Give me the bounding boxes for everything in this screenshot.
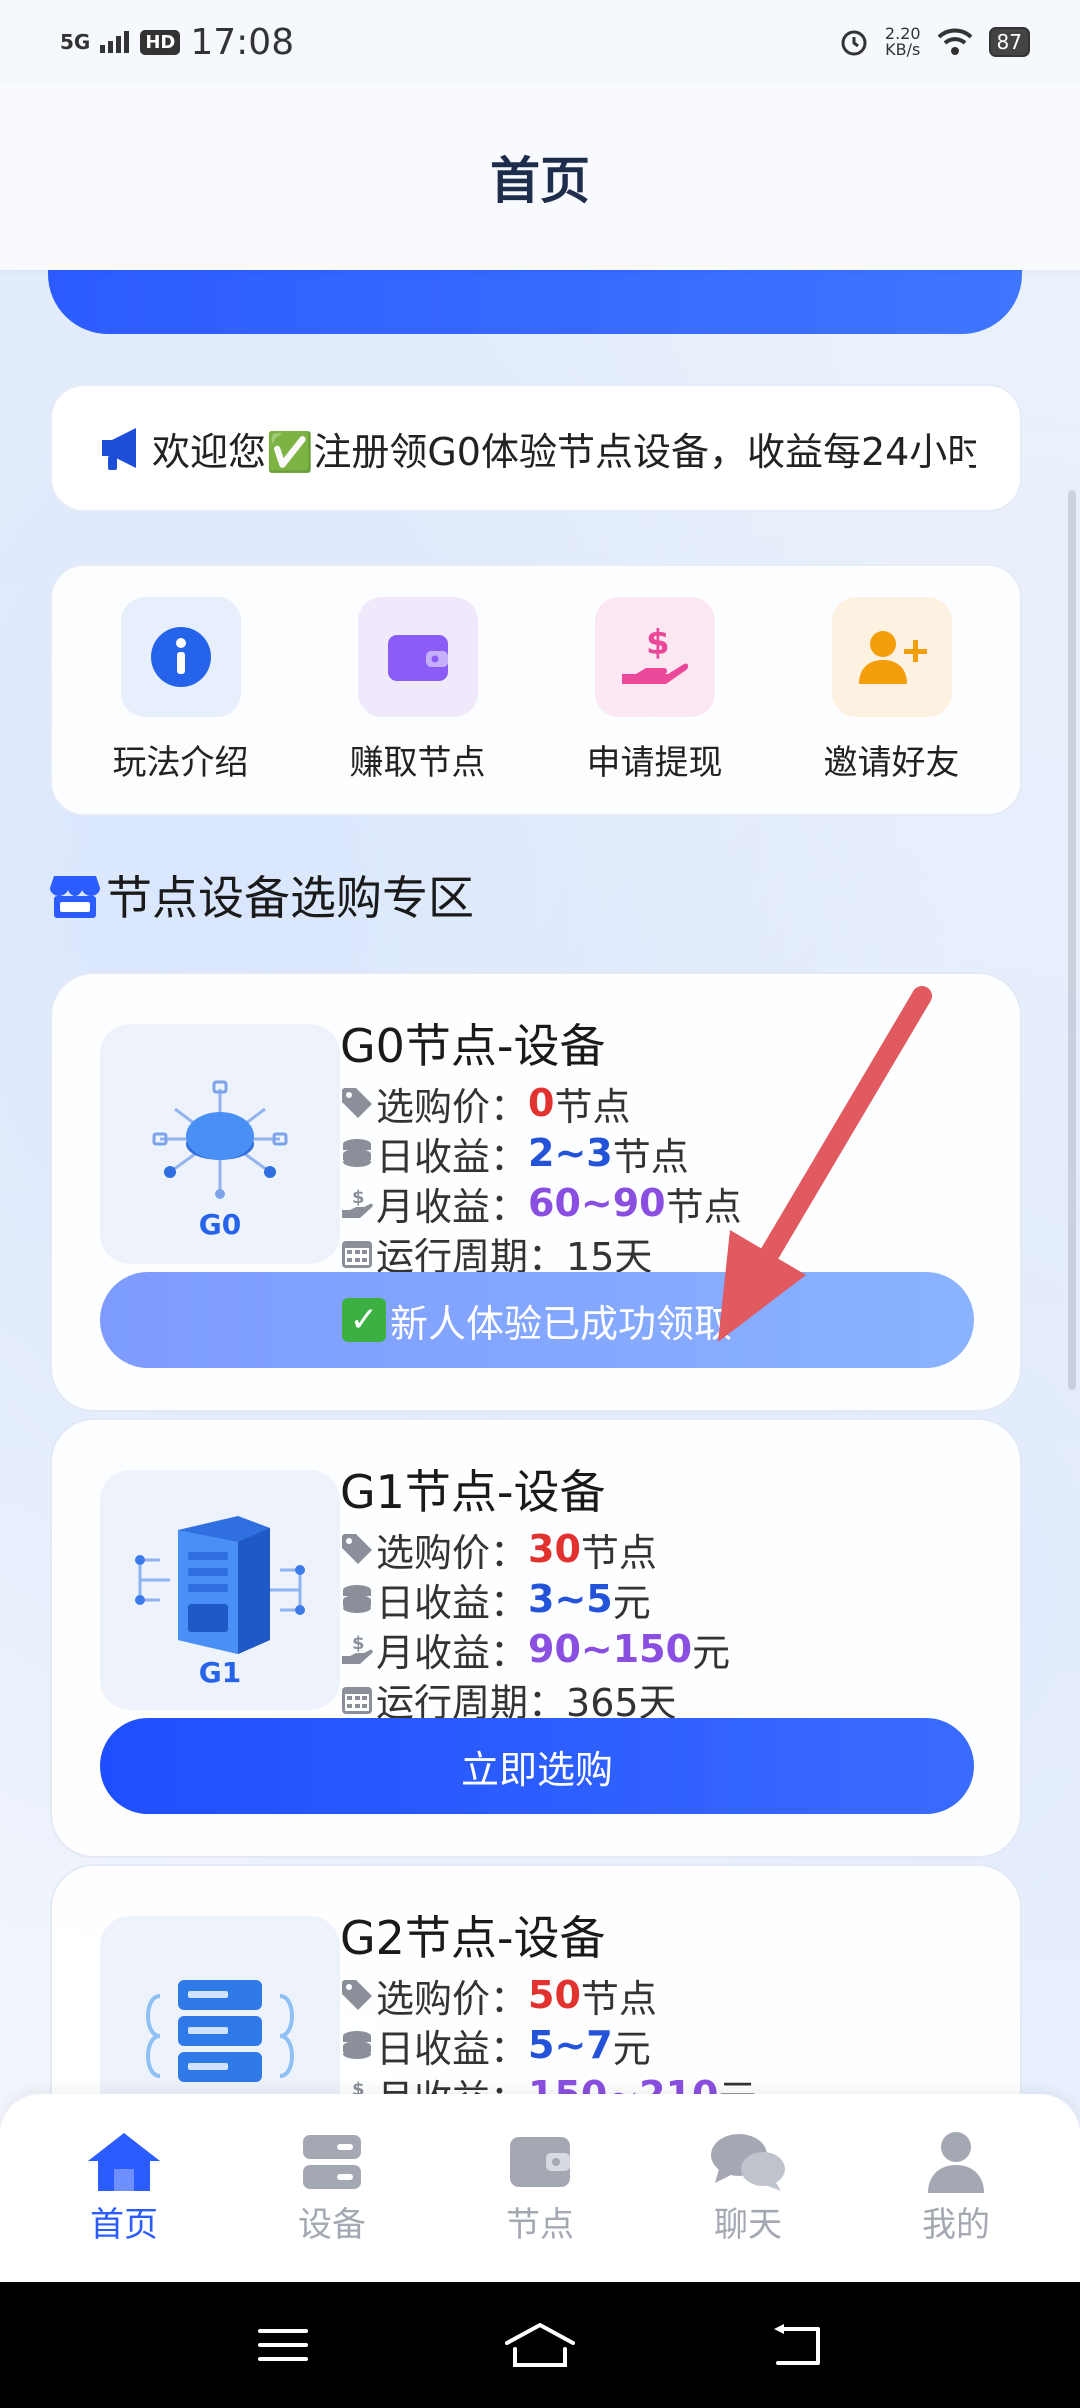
calendar-icon	[342, 1241, 372, 1268]
app-header: 首页	[0, 84, 1080, 270]
chat-icon	[711, 2133, 785, 2191]
daily-income-row: 日收益： 3~5 元	[340, 1574, 730, 1625]
check-icon: ✓	[341, 1298, 386, 1342]
battery-indicator: 87	[988, 27, 1030, 57]
period-row: 运行周期： 15天	[340, 1228, 742, 1279]
svg-text:$: $	[646, 624, 670, 663]
quick-menu-withdraw[interactable]: $ 申请提现	[555, 596, 755, 784]
coins-icon	[343, 1139, 371, 1167]
period-row: 运行周期： 365天	[340, 1674, 730, 1725]
product-image-label: G1	[199, 1656, 241, 1689]
system-nav-bar	[0, 2282, 1080, 2408]
bottom-tab-bar: 首页 设备 节点 聊天 我的	[0, 2094, 1080, 2282]
add-user-icon	[858, 630, 927, 684]
signal-icon: 5G	[60, 30, 91, 54]
wifi-icon	[937, 28, 972, 55]
page-title: 首页	[490, 152, 590, 210]
signal-bars-icon	[100, 31, 130, 53]
menu-icon[interactable]	[256, 2325, 310, 2365]
calendar-icon	[342, 1687, 372, 1714]
dollar-hand-icon: $	[621, 624, 688, 684]
price-row: 选购价： 0 节点	[340, 1078, 742, 1129]
notice-bar[interactable]: 欢迎您✅注册领G0体验节点设备，收益每24小时	[50, 384, 1022, 512]
tab-home[interactable]: 首页	[34, 2131, 214, 2246]
server-device-icon: G1	[135, 1516, 305, 1689]
quick-menu-label: 邀请好友	[823, 742, 960, 783]
info-icon	[150, 626, 211, 687]
price-row: 选购价： 30 节点	[340, 1524, 730, 1575]
tag-icon	[342, 1980, 372, 2010]
svg-text:$: $	[352, 1187, 365, 1208]
daily-income-row: 日收益： 5~7 元	[340, 2020, 757, 2071]
tab-chat[interactable]: 聊天	[658, 2131, 838, 2246]
svg-text:$: $	[352, 1633, 365, 1654]
tab-nodes[interactable]: 节点	[450, 2131, 630, 2246]
tag-icon	[342, 1088, 372, 1118]
scrollbar[interactable]	[1068, 490, 1076, 1390]
alarm-icon	[841, 30, 867, 56]
server-icon	[303, 2134, 361, 2189]
product-image-label: G0	[199, 1208, 241, 1241]
product-card-g1: G1 G1节点-设备 选购价： 30 节点 日收益： 3~5 元 $ 月收益： 90~15…	[50, 1418, 1022, 1858]
status-bar: 5G HD 17:08 2.20 KB/s 87	[0, 0, 1080, 84]
wallet-icon	[387, 634, 448, 681]
product-image: G0	[100, 1024, 340, 1264]
buy-now-button[interactable]: 立即选购	[100, 1718, 974, 1814]
daily-income-row: 日收益： 2~3 节点	[340, 1128, 742, 1179]
clock: 17:08	[190, 21, 295, 63]
section-title: 节点设备选购专区	[106, 871, 474, 925]
monthly-income-row: $ 月收益： 90~150 元	[340, 1624, 730, 1675]
tab-profile[interactable]: 我的	[866, 2131, 1046, 2246]
hd-badge: HD	[140, 29, 181, 55]
wallet-icon	[510, 2136, 570, 2187]
claimed-button[interactable]: ✓ 新人体验已成功领取	[100, 1272, 974, 1368]
home-nav-icon[interactable]	[503, 2321, 577, 2369]
network-speed: 2.20 KB/s	[884, 24, 921, 59]
quick-menu-label: 赚取节点	[349, 742, 486, 783]
user-icon	[928, 2131, 984, 2193]
quick-menu: 玩法介绍 赚取节点 $ 申请提现 邀请好友	[50, 564, 1022, 816]
tab-devices[interactable]: 设备	[242, 2131, 422, 2246]
quick-menu-earn[interactable]: 赚取节点	[318, 596, 518, 784]
home-icon	[88, 2132, 160, 2191]
megaphone-icon	[102, 428, 136, 470]
coins-icon	[343, 1585, 371, 1613]
node-device-icon: G0	[152, 1080, 288, 1241]
product-title: G2节点-设备	[340, 1911, 606, 1965]
quick-menu-label: 玩法介绍	[112, 742, 249, 783]
product-card-g0: G0 G0节点-设备 选购价： 0 节点 日收益： 2~3 节点 $ 月收益： 60~90…	[50, 972, 1022, 1412]
notice-text: 欢迎您✅注册领G0体验节点设备，收益每24小时	[152, 429, 976, 474]
section-header: 节点设备选购专区	[50, 862, 474, 928]
store-icon	[50, 876, 100, 918]
product-image: G1	[100, 1470, 340, 1710]
product-title: G1节点-设备	[340, 1465, 606, 1519]
price-row: 选购价： 50 节点	[340, 1970, 757, 2021]
quick-menu-invite[interactable]: 邀请好友	[792, 596, 992, 784]
monthly-income-row: $ 月收益： 60~90 节点	[340, 1178, 742, 1229]
money-hand-icon: $	[342, 1633, 373, 1664]
back-icon[interactable]	[770, 2323, 824, 2367]
quick-menu-intro[interactable]: 玩法介绍	[81, 596, 281, 784]
coins-icon	[343, 2031, 371, 2059]
tag-icon	[342, 1534, 372, 1564]
product-title: G0节点-设备	[340, 1019, 606, 1073]
quick-menu-label: 申请提现	[586, 742, 723, 783]
money-hand-icon: $	[342, 1187, 373, 1218]
